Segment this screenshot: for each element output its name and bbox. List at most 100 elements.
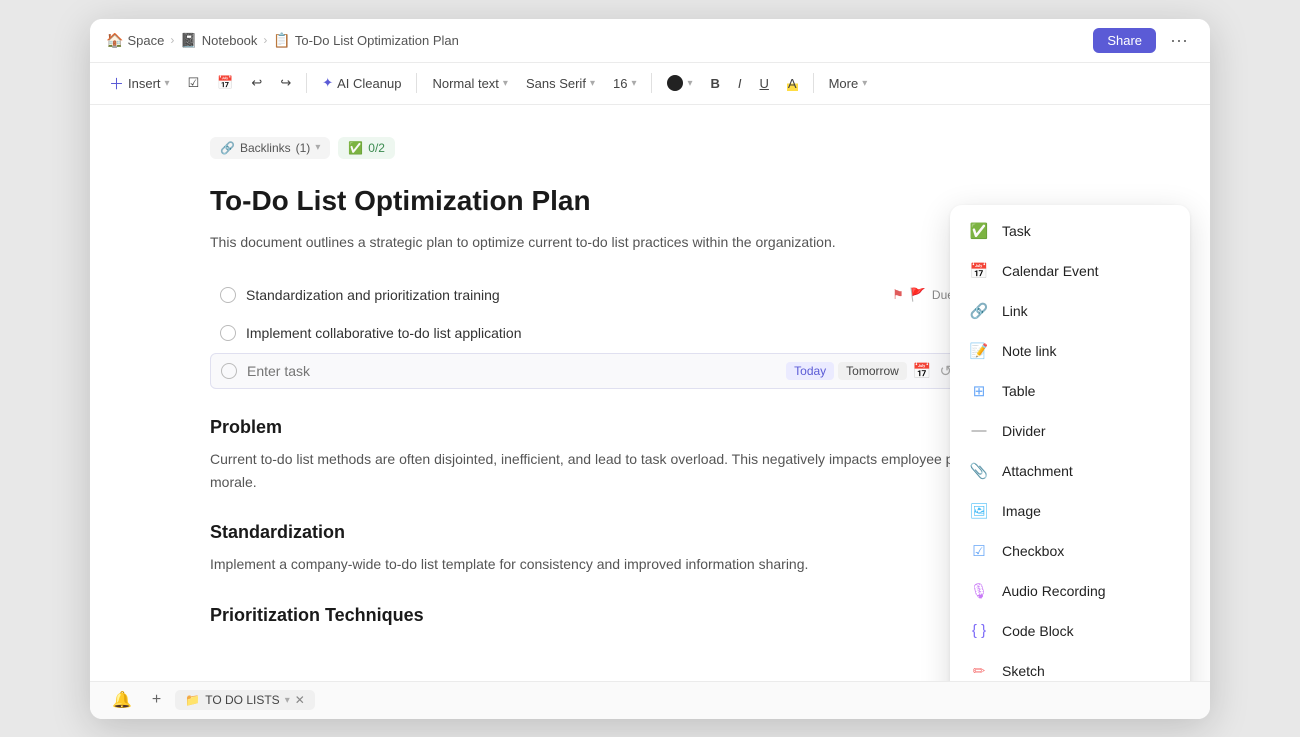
insert-button[interactable]: ＋ Insert ▾ bbox=[102, 69, 177, 98]
text-style-chevron-icon: ▾ bbox=[503, 78, 508, 89]
more-toolbar-chevron-icon: ▾ bbox=[862, 78, 867, 89]
menu-icon-divider: — bbox=[968, 420, 990, 442]
color-dot-icon bbox=[667, 75, 683, 91]
menu-item-note-link[interactable]: 📝Note link bbox=[956, 331, 1184, 371]
redo-button[interactable]: ↪ bbox=[273, 71, 298, 95]
add-bottom-button[interactable]: + bbox=[146, 688, 167, 712]
text-style-label: Normal text bbox=[432, 76, 498, 91]
todo-button[interactable]: ☑ bbox=[181, 71, 207, 95]
menu-icon-code-block: { } bbox=[968, 620, 990, 642]
menu-icon-table: ⊞ bbox=[968, 380, 990, 402]
menu-item-divider[interactable]: — Divider bbox=[956, 411, 1184, 451]
doc-meta: 🔗 Backlinks (1) ▾ ✅ 0/2 bbox=[210, 137, 1090, 159]
notification-button[interactable]: 🔔 bbox=[106, 687, 138, 713]
ai-icon: ✦ bbox=[322, 75, 333, 91]
undo-button[interactable]: ↩ bbox=[244, 71, 269, 95]
task-flag-icon-red: 🚩 bbox=[910, 287, 926, 303]
bottom-tag-chevron-icon: ▾ bbox=[285, 695, 290, 706]
doc-icon: 📋 bbox=[273, 32, 290, 49]
task-checkbox-new[interactable] bbox=[221, 363, 237, 379]
bottom-tag-label: TO DO LISTS bbox=[205, 693, 279, 707]
task-text-1: Standardization and prioritization train… bbox=[246, 287, 882, 303]
menu-item-link[interactable]: 🔗 Link bbox=[956, 291, 1184, 331]
menu-item-audio-recording[interactable]: 🎙 Audio Recording bbox=[956, 571, 1184, 611]
progress-badge[interactable]: ✅ 0/2 bbox=[338, 137, 395, 159]
task-checkbox-2[interactable] bbox=[220, 325, 236, 341]
menu-label-checkbox: Checkbox bbox=[1002, 543, 1064, 559]
menu-item-checkbox[interactable]: ☑Checkbox bbox=[956, 531, 1184, 571]
font-family-label: Sans Serif bbox=[526, 76, 586, 91]
menu-item-attachment[interactable]: 📎Attachment bbox=[956, 451, 1184, 491]
task-input-field[interactable] bbox=[247, 363, 776, 379]
menu-label-table: Table bbox=[1002, 383, 1035, 399]
menu-label-divider: Divider bbox=[1002, 423, 1046, 439]
today-badge[interactable]: Today bbox=[786, 362, 834, 380]
main-area: 🔗 Backlinks (1) ▾ ✅ 0/2 To-Do List Optim… bbox=[90, 105, 1210, 681]
color-chevron-icon: ▾ bbox=[687, 78, 692, 89]
menu-item-table[interactable]: ⊞ Table bbox=[956, 371, 1184, 411]
more-toolbar-button[interactable]: More ▾ bbox=[822, 72, 875, 95]
italic-button[interactable]: I bbox=[731, 72, 749, 95]
text-style-button[interactable]: Normal text ▾ bbox=[425, 72, 515, 95]
menu-item-image[interactable]: 🖼Image bbox=[956, 491, 1184, 531]
breadcrumb-doc[interactable]: 📋 To-Do List Optimization Plan bbox=[273, 32, 458, 49]
tomorrow-badge[interactable]: Tomorrow bbox=[838, 362, 907, 380]
menu-icon-link: 🔗 bbox=[968, 300, 990, 322]
font-size-button[interactable]: 16 ▾ bbox=[606, 72, 644, 95]
menu-icon-calendar-event: 📅 bbox=[968, 260, 990, 282]
font-family-button[interactable]: Sans Serif ▾ bbox=[519, 72, 602, 95]
backlinks-count: (1) bbox=[296, 141, 311, 155]
backlinks-badge[interactable]: 🔗 Backlinks (1) ▾ bbox=[210, 137, 330, 159]
italic-label: I bbox=[738, 76, 742, 91]
menu-icon-task: ✅ bbox=[968, 220, 990, 242]
toolbar-divider-4 bbox=[813, 73, 814, 93]
menu-icon-sketch: ✏ bbox=[968, 660, 990, 681]
font-size-chevron-icon: ▾ bbox=[631, 78, 636, 89]
menu-item-code-block[interactable]: { } Code Block bbox=[956, 611, 1184, 651]
insert-chevron-icon: ▾ bbox=[165, 78, 170, 89]
task-calendar-icon[interactable]: 📅 bbox=[911, 360, 934, 382]
bold-label: B bbox=[711, 76, 720, 91]
font-size-label: 16 bbox=[613, 76, 627, 91]
bold-button[interactable]: B bbox=[704, 72, 727, 95]
insert-plus-icon: ＋ bbox=[109, 73, 124, 94]
more-button[interactable]: ··· bbox=[1164, 28, 1194, 53]
toolbar-divider-1 bbox=[306, 73, 307, 93]
ai-cleanup-button[interactable]: ✦ AI Cleanup bbox=[315, 71, 408, 95]
redo-icon: ↪ bbox=[280, 75, 291, 91]
menu-item-task[interactable]: ✅ Task bbox=[956, 211, 1184, 251]
breadcrumb-sep-2: › bbox=[263, 33, 267, 47]
breadcrumb-notebook[interactable]: 📓 Notebook bbox=[180, 32, 257, 49]
breadcrumb-notebook-label: Notebook bbox=[202, 33, 258, 48]
menu-label-code-block: Code Block bbox=[1002, 623, 1074, 639]
underline-button[interactable]: U bbox=[753, 72, 776, 95]
backlinks-icon: 🔗 bbox=[220, 141, 235, 155]
menu-icon-image: 🖼 bbox=[968, 500, 990, 522]
toolbar: ＋ Insert ▾ ☑ 📅 ↩ ↪ ✦ AI Cleanup Normal t… bbox=[90, 63, 1210, 105]
underline-label: U bbox=[760, 76, 769, 91]
bottom-tag[interactable]: 📁 TO DO LISTS ▾ ✕ bbox=[175, 690, 315, 710]
share-button[interactable]: Share bbox=[1093, 28, 1156, 53]
menu-label-sketch: Sketch bbox=[1002, 663, 1045, 679]
menu-icon-audio-recording: 🎙 bbox=[968, 580, 990, 602]
calendar-button[interactable]: 📅 bbox=[210, 71, 240, 95]
breadcrumb-space[interactable]: 🏠 Space bbox=[106, 32, 164, 49]
title-bar: 🏠 Space › 📓 Notebook › 📋 To-Do List Opti… bbox=[90, 19, 1210, 63]
menu-label-audio-recording: Audio Recording bbox=[1002, 583, 1106, 599]
task-checkbox-1[interactable] bbox=[220, 287, 236, 303]
menu-item-sketch[interactable]: ✏ Sketch bbox=[956, 651, 1184, 681]
color-button[interactable]: ▾ bbox=[660, 71, 699, 95]
font-family-chevron-icon: ▾ bbox=[590, 78, 595, 89]
bottom-tag-close-icon[interactable]: ✕ bbox=[295, 693, 305, 707]
menu-icon-attachment: 📎 bbox=[968, 460, 990, 482]
menu-label-link: Link bbox=[1002, 303, 1028, 319]
notebook-icon: 📓 bbox=[180, 32, 197, 49]
highlight-button[interactable]: A bbox=[780, 72, 805, 95]
menu-item-calendar-event[interactable]: 📅Calendar Event bbox=[956, 251, 1184, 291]
backlinks-label: Backlinks bbox=[240, 141, 291, 155]
toolbar-divider-2 bbox=[416, 73, 417, 93]
menu-icon-note-link: 📝 bbox=[968, 340, 990, 362]
menu-label-task: Task bbox=[1002, 223, 1031, 239]
space-icon: 🏠 bbox=[106, 32, 123, 49]
breadcrumb-sep-1: › bbox=[170, 33, 174, 47]
